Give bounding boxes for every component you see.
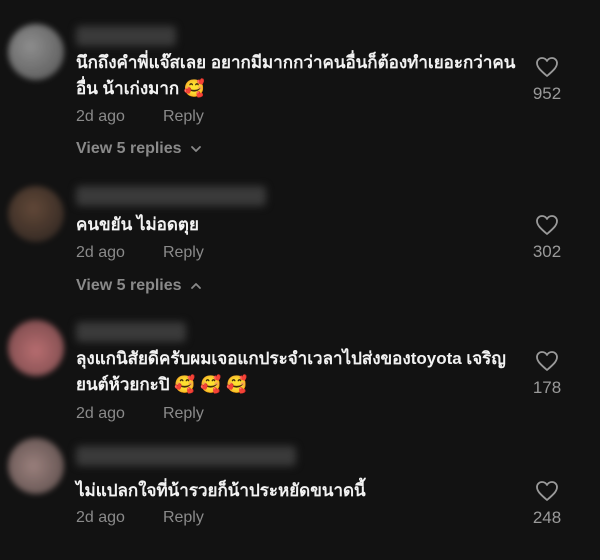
like-control: 178 xyxy=(522,350,572,398)
heart-icon[interactable] xyxy=(535,214,559,236)
view-replies-label: View 5 replies xyxy=(76,277,182,294)
username-blurred[interactable] xyxy=(76,322,186,342)
username-blurred[interactable] xyxy=(76,186,266,206)
view-replies-button[interactable]: View 5 replies xyxy=(76,140,202,158)
like-count: 952 xyxy=(532,84,562,103)
comment-text: คนขยัน ไม่อดตุย xyxy=(76,215,199,234)
comment-time: 2d ago xyxy=(76,244,125,261)
avatar[interactable] xyxy=(8,24,64,80)
comment-text: ลุงแกนิสัยดีครับผมเจอแกประจำเวลาไปส่งของ… xyxy=(76,349,506,394)
like-count: 178 xyxy=(532,378,562,397)
like-control: 302 xyxy=(522,214,572,262)
avatar[interactable] xyxy=(8,186,64,242)
comment-text: ไม่แปลกใจที่น้ารวยก็น้าประหยัดขนาดนี้ xyxy=(76,481,366,500)
comment-time: 2d ago xyxy=(76,108,125,125)
reply-button[interactable]: Reply xyxy=(163,244,204,262)
comment-meta: 2d ago Reply xyxy=(76,509,204,527)
like-control: 248 xyxy=(522,480,572,528)
heart-icon[interactable] xyxy=(535,350,559,372)
reply-button[interactable]: Reply xyxy=(163,108,204,126)
reply-button[interactable]: Reply xyxy=(163,405,204,423)
view-replies-button[interactable]: View 5 replies xyxy=(76,277,202,295)
comment-meta: 2d ago Reply xyxy=(76,108,204,126)
like-control: 952 xyxy=(522,56,572,104)
avatar[interactable] xyxy=(8,438,64,494)
username-blurred[interactable] xyxy=(76,26,176,46)
avatar[interactable] xyxy=(8,320,64,376)
like-count: 248 xyxy=(532,508,562,527)
heart-icon[interactable] xyxy=(535,56,559,78)
heart-icon[interactable] xyxy=(535,480,559,502)
comment-time: 2d ago xyxy=(76,509,125,526)
comment-meta: 2d ago Reply xyxy=(76,244,204,262)
reply-button[interactable]: Reply xyxy=(163,509,204,527)
like-count: 302 xyxy=(532,242,562,261)
chevron-down-icon xyxy=(190,146,201,152)
comment-meta: 2d ago Reply xyxy=(76,405,204,423)
view-replies-label: View 5 replies xyxy=(76,140,182,157)
comment-text: นึกถึงคำพี่แจ๊สเลย อยากมีมากกว่าคนอื่นก็… xyxy=(76,53,516,98)
comment-time: 2d ago xyxy=(76,405,125,422)
username-blurred[interactable] xyxy=(76,446,296,466)
chevron-up-icon xyxy=(190,283,201,289)
